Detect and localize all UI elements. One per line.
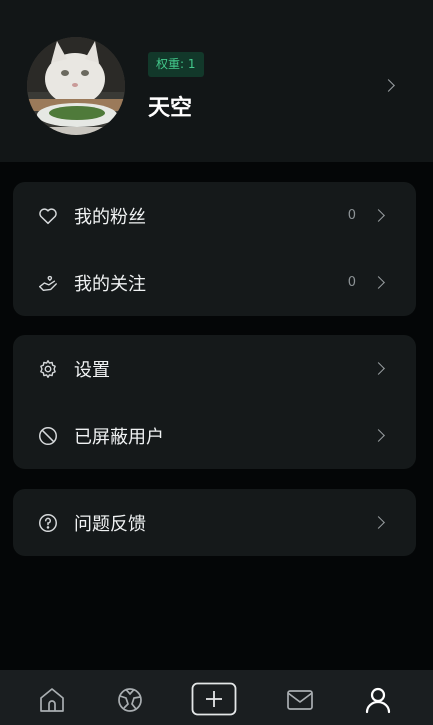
chevron-right-icon — [372, 361, 385, 375]
hand-heart-icon — [37, 272, 59, 294]
chevron-right-icon[interactable] — [382, 79, 395, 92]
avatar[interactable] — [27, 37, 125, 135]
profile-header[interactable]: 权重: 1 天空 — [0, 0, 433, 162]
following-label: 我的关注 — [74, 273, 146, 295]
profile-icon[interactable] — [362, 684, 394, 716]
settings-row[interactable]: 设置 — [13, 335, 416, 402]
settings-label: 设置 — [74, 359, 110, 381]
mail-icon[interactable] — [284, 684, 316, 716]
followers-row[interactable]: 我的粉丝 0 — [13, 182, 416, 249]
following-row[interactable]: 我的关注 0 — [13, 249, 416, 316]
chevron-right-icon — [372, 428, 385, 442]
settings-card: 设置 已屏蔽用户 — [13, 335, 416, 469]
explore-icon[interactable] — [114, 684, 146, 716]
feedback-label: 问题反馈 — [74, 513, 146, 535]
chevron-right-icon — [372, 208, 385, 222]
question-icon — [37, 512, 59, 534]
social-card: 我的粉丝 0 我的关注 0 — [13, 182, 416, 316]
weight-badge: 权重: 1 — [148, 52, 204, 77]
blocked-users-row[interactable]: 已屏蔽用户 — [13, 402, 416, 469]
following-count: 0 — [347, 275, 356, 290]
home-icon[interactable] — [36, 684, 68, 716]
add-icon[interactable] — [191, 682, 237, 716]
followers-label: 我的粉丝 — [74, 206, 146, 228]
feedback-card: 问题反馈 — [13, 489, 416, 556]
followers-count: 0 — [347, 208, 356, 223]
feedback-row[interactable]: 问题反馈 — [13, 489, 416, 556]
chevron-right-icon — [372, 275, 385, 289]
username: 天空 — [148, 96, 193, 121]
blocked-users-label: 已屏蔽用户 — [74, 426, 164, 448]
bottom-tab-bar — [0, 670, 433, 725]
heart-icon — [37, 205, 59, 227]
gear-icon — [37, 358, 59, 380]
chevron-right-icon — [372, 515, 385, 529]
block-icon — [37, 425, 59, 447]
